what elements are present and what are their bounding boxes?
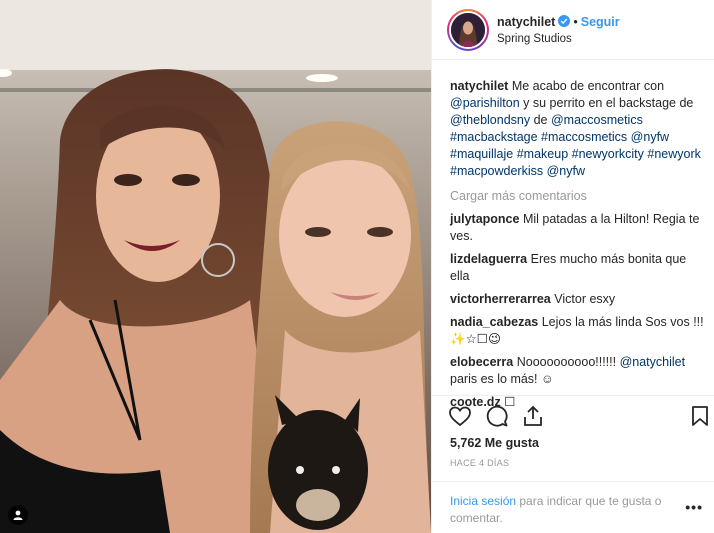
location-link[interactable]: Spring Studios	[497, 33, 572, 45]
more-options-icon[interactable]: •••	[685, 499, 703, 515]
login-prompt-text: Inicia sesión para indicar que te gusta …	[450, 493, 690, 527]
comment-items: julytaponce Mil patadas a la Hilton! Reg…	[450, 211, 708, 411]
header-user-line: natychilet • Seguir	[497, 15, 620, 29]
comment-text: Noooooooooo!!!!!!	[516, 355, 620, 369]
comment-username[interactable]: lizdelaguerra	[450, 252, 527, 266]
caption-text: Me acabo de encontrar con @parishilton y…	[450, 79, 701, 178]
share-icon[interactable]	[521, 404, 545, 428]
mention-link[interactable]: @natychilet	[620, 355, 686, 369]
comment-username[interactable]: julytaponce	[450, 212, 519, 226]
post-caption: natychilet Me acabo de encontrar con @pa…	[450, 78, 708, 180]
post-sidebar: natychilet • Seguir Spring Studios natychi…	[431, 0, 714, 533]
comment-item: victorherrerarrea Victor esxy	[450, 291, 708, 308]
header-separator: •	[573, 15, 578, 29]
comment-icon[interactable]	[485, 404, 509, 428]
comment-item: nadia_cabezas Lejos la más linda Sos vos…	[450, 314, 708, 348]
post-header: natychilet • Seguir Spring Studios	[432, 0, 714, 60]
comment-item: lizdelaguerra Eres mucho más bonita que …	[450, 251, 708, 285]
mention-link[interactable]: @nyfw	[631, 130, 669, 144]
mention-link[interactable]: @nyfw	[547, 164, 585, 178]
mention-link[interactable]: #maquillaje	[450, 147, 513, 161]
post-timestamp[interactable]: HACE 4 DÍAS	[450, 458, 509, 468]
tagged-user-icon[interactable]	[8, 505, 28, 525]
mention-link[interactable]: @theblondsny	[450, 113, 530, 127]
mention-link[interactable]: @parishilton	[450, 96, 520, 110]
mention-link[interactable]: #newyorkcity	[572, 147, 644, 161]
action-bar	[432, 395, 714, 435]
login-link[interactable]: Inicia sesión	[450, 494, 516, 508]
comment-text: de	[530, 113, 551, 127]
comments-list: natychilet Me acabo de encontrar con @pa…	[450, 78, 708, 417]
mention-link[interactable]: #maccosmetics	[541, 130, 627, 144]
mention-link[interactable]: #newyork	[647, 147, 701, 161]
avatar[interactable]	[449, 11, 487, 49]
comment-text: Me acabo de encontrar con	[511, 79, 665, 93]
comment-item: elobecerra Noooooooooo!!!!!! @natychilet…	[450, 354, 708, 388]
likes-count[interactable]: 5,762 Me gusta	[450, 436, 539, 450]
comment-username[interactable]: victorherrerarrea	[450, 292, 551, 306]
caption-username[interactable]: natychilet	[450, 79, 508, 93]
comment-username[interactable]: elobecerra	[450, 355, 513, 369]
header-username[interactable]: natychilet	[497, 15, 555, 29]
load-more-comments-button[interactable]: Cargar más comentarios	[450, 188, 708, 205]
mention-link[interactable]: #macbackstage	[450, 130, 538, 144]
avatar-story-ring[interactable]	[447, 9, 489, 51]
bookmark-icon[interactable]	[688, 404, 712, 428]
mention-link[interactable]: #macpowderkiss	[450, 164, 543, 178]
follow-button[interactable]: Seguir	[581, 15, 620, 29]
comment-item: julytaponce Mil patadas a la Hilton! Reg…	[450, 211, 708, 245]
post-image	[0, 0, 431, 533]
comment-text: Victor esxy	[554, 292, 616, 306]
heart-icon[interactable]	[448, 404, 472, 428]
post-photo[interactable]	[0, 0, 431, 533]
comment-text: paris es lo más! ☺	[450, 372, 554, 386]
comment-username[interactable]: nadia_cabezas	[450, 315, 538, 329]
comment-text: y su perrito en el backstage de	[519, 96, 694, 110]
verified-badge-icon	[558, 15, 571, 27]
mention-link[interactable]: #makeup	[517, 147, 568, 161]
mention-link[interactable]: @maccosmetics	[551, 113, 643, 127]
login-prompt: Inicia sesión para indicar que te gusta …	[432, 481, 714, 533]
